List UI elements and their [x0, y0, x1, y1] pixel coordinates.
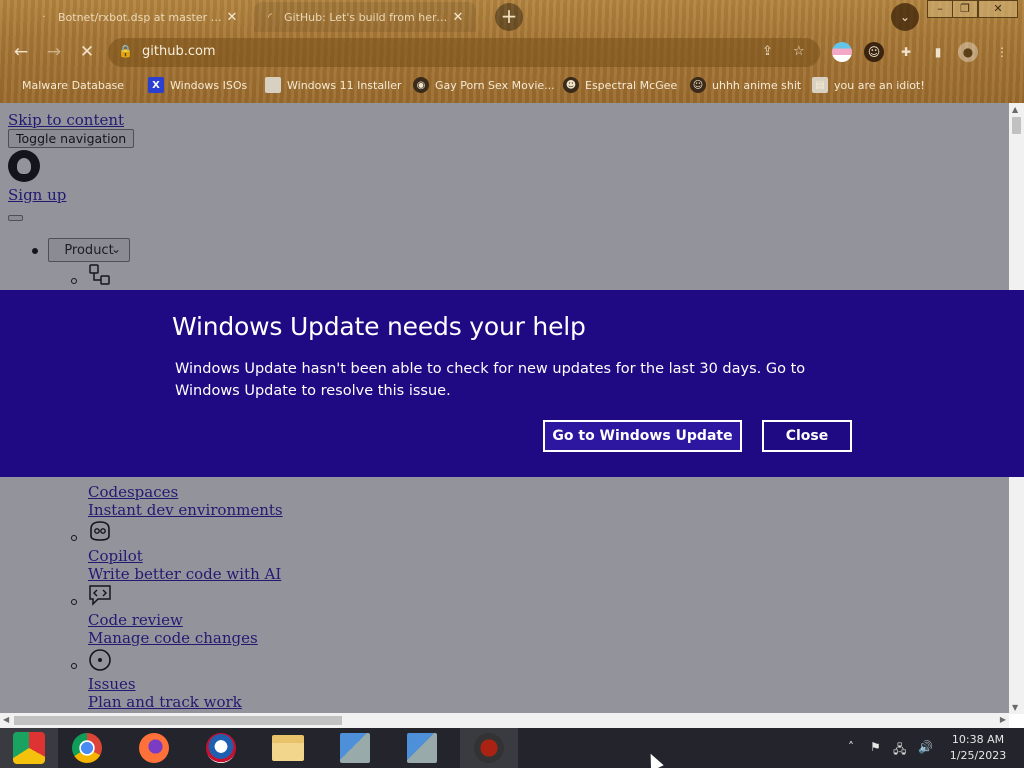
extension-flag-icon[interactable] — [832, 42, 852, 62]
taskbar-app-1[interactable] — [326, 728, 384, 768]
tab-github[interactable]: ◜ GitHub: Let's build from here · G ✕ — [254, 2, 476, 32]
bookmark-label: uhhh anime shit — [712, 78, 802, 92]
bookmark-label: Windows 11 Installer — [287, 78, 402, 92]
bookmark-x-icon: X — [148, 77, 164, 93]
clock-time: 10:38 AM — [951, 733, 1005, 746]
tab-close-icon[interactable]: ✕ — [224, 10, 240, 25]
forward-arrow-icon[interactable]: → — [43, 42, 65, 64]
bookmark-favicon-icon: ☻ — [563, 77, 579, 93]
chrome-icon — [72, 733, 102, 763]
taskbar-app-3[interactable] — [460, 728, 518, 768]
start-button[interactable] — [0, 728, 58, 768]
circle-logo-icon — [206, 733, 236, 763]
bookmark-item[interactable]: Malware Database — [22, 76, 124, 94]
share-icon[interactable]: ⇪ — [762, 44, 773, 59]
start-chrome-logo-icon — [13, 732, 45, 764]
extension-avatar-icon[interactable]: ☺ — [864, 42, 884, 62]
bookmark-item[interactable]: ▤ you are an idiot! — [812, 76, 925, 94]
bookmark-label: Windows ISOs — [170, 78, 248, 92]
tab-title: Botnet/rxbot.dsp at master · mal — [58, 10, 224, 24]
banner-close-button[interactable]: Close — [762, 420, 852, 452]
bookmark-label: Malware Database — [22, 78, 125, 92]
bookmarks-bar: Malware Database X Windows ISOs Windows 1… — [0, 72, 1024, 98]
taskbar: ˄ ⚑ 🖧 🔊 10:38 AM 1/25/2023 — [0, 728, 1024, 768]
network-icon[interactable]: 🖧 — [893, 740, 906, 761]
scroll-up-arrow-icon[interactable]: ▲ — [1012, 105, 1018, 114]
address-bar[interactable]: 🔒 github.com ⇪ ☆ — [108, 38, 820, 67]
bookmark-label: you are an idiot! — [834, 78, 925, 92]
maximize-button[interactable]: ❐ — [952, 0, 978, 18]
url-text[interactable]: github.com — [142, 44, 216, 59]
red-app-icon — [474, 733, 504, 763]
tab-rxbot[interactable]: · Botnet/rxbot.dsp at master · mal ✕ — [28, 2, 250, 32]
bookmark-favicon-icon: ◉ — [413, 77, 429, 93]
scroll-left-arrow-icon[interactable]: ◀ — [3, 715, 9, 724]
clock-date: 1/25/2023 — [949, 749, 1007, 762]
bookmark-image-icon — [265, 77, 281, 93]
scroll-thumb[interactable] — [14, 716, 342, 725]
windows-update-banner: Windows Update needs your help Windows U… — [0, 290, 1024, 477]
tab-title: GitHub: Let's build from here · G — [284, 10, 450, 24]
back-arrow-icon[interactable]: ← — [10, 42, 32, 64]
action-center-flag-icon[interactable]: ⚑ — [870, 740, 881, 754]
menu-kebab-icon[interactable]: ⋮ — [992, 42, 1012, 62]
window-close-button[interactable]: ✕ — [978, 0, 1018, 18]
go-to-windows-update-button[interactable]: Go to Windows Update — [543, 420, 742, 452]
bookmark-item[interactable]: ☻ Espectral McGee — [563, 76, 677, 94]
folder-icon — [272, 735, 304, 761]
taskbar-firefox[interactable] — [125, 728, 183, 768]
bookmark-label: Espectral McGee — [585, 78, 678, 92]
scroll-right-arrow-icon[interactable]: ▶ — [1000, 715, 1006, 724]
page-favicon-icon: · — [42, 11, 46, 23]
new-tab-button[interactable]: + — [495, 3, 523, 31]
browser-chrome: · Botnet/rxbot.dsp at master · mal ✕ ◜ G… — [0, 0, 1024, 103]
taskbar-app-obama[interactable] — [192, 728, 250, 768]
loading-spinner-icon: ◜ — [268, 11, 272, 23]
horizontal-scrollbar[interactable]: ◀ ▶ — [0, 713, 1009, 728]
system-clock[interactable]: 10:38 AM 1/25/2023 — [943, 732, 1013, 764]
bookmark-item[interactable]: X Windows ISOs — [148, 76, 247, 94]
bookmark-item[interactable]: ☺ uhhh anime shit — [690, 76, 801, 94]
taskbar-app-2[interactable] — [393, 728, 451, 768]
installer-computer-icon — [340, 733, 370, 763]
browser-toolbar: ← → ✕ 🔒 github.com ⇪ ☆ ☺ ✚ ▮ ● ⋮ — [0, 34, 1024, 70]
lock-icon[interactable]: 🔒 — [118, 44, 133, 58]
taskbar-file-explorer[interactable] — [259, 728, 317, 768]
bookmark-star-icon[interactable]: ☆ — [793, 44, 805, 59]
bookmark-item[interactable]: Windows 11 Installer — [265, 76, 402, 94]
bookmark-item[interactable]: ◉ Gay Porn Sex Movie... — [413, 76, 555, 94]
bookmark-flag-icon: ▤ — [812, 77, 828, 93]
stop-loading-icon[interactable]: ✕ — [76, 42, 98, 64]
volume-icon[interactable]: 🔊 — [918, 740, 933, 754]
scroll-thumb[interactable] — [1012, 117, 1021, 134]
show-hidden-icons-chevron-icon[interactable]: ˄ — [848, 740, 854, 754]
taskbar-chrome[interactable] — [58, 728, 116, 768]
banner-message: Windows Update hasn't been able to check… — [175, 361, 806, 399]
banner-title: Windows Update needs your help — [172, 312, 586, 341]
tab-strip: · Botnet/rxbot.dsp at master · mal ✕ ◜ G… — [0, 0, 1024, 34]
minimize-button[interactable]: – — [927, 0, 953, 18]
scroll-down-arrow-icon[interactable]: ▼ — [1012, 703, 1018, 712]
firefox-icon — [139, 733, 169, 763]
side-panel-icon[interactable]: ▮ — [928, 42, 948, 62]
bookmark-label: Gay Porn Sex Movie... — [435, 78, 555, 92]
profile-avatar-icon[interactable]: ● — [958, 42, 978, 62]
bookmark-favicon-icon: ☺ — [690, 77, 706, 93]
tab-search-chevron-icon[interactable]: ⌄ — [891, 3, 919, 31]
installer-computer-icon — [407, 733, 437, 763]
extensions-puzzle-icon[interactable]: ✚ — [896, 42, 916, 62]
tab-close-icon[interactable]: ✕ — [450, 10, 466, 25]
